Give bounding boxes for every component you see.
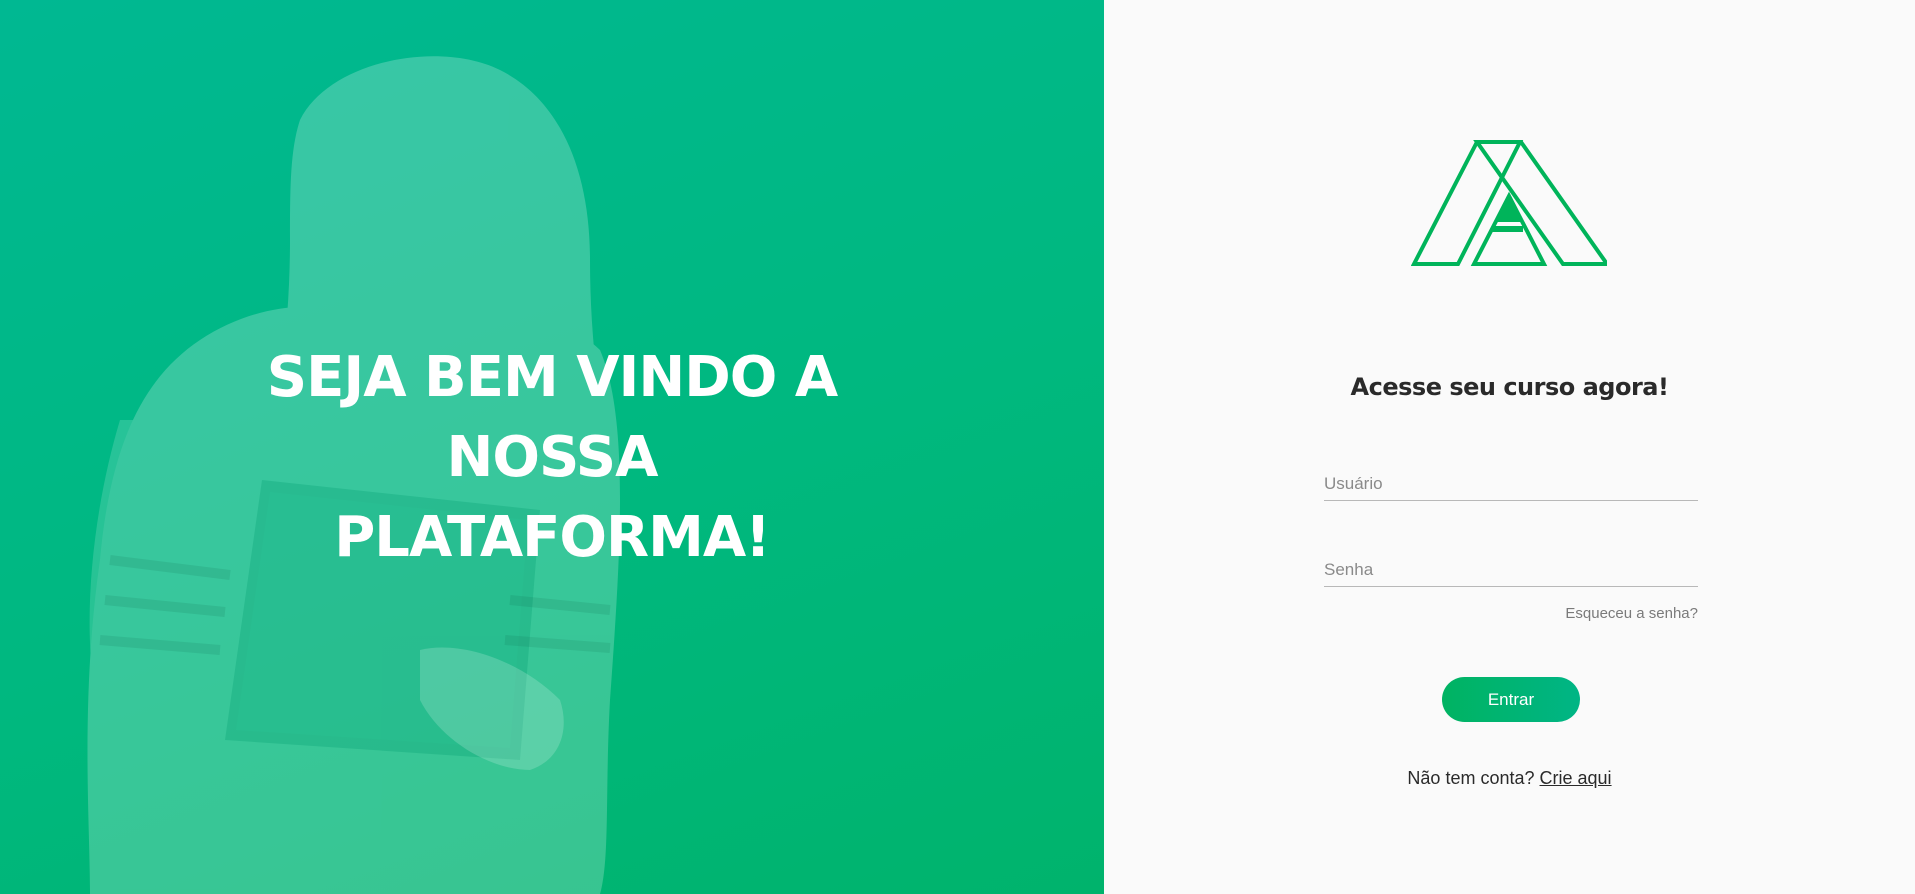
username-input[interactable] xyxy=(1324,467,1698,501)
signup-prompt: Não tem conta? Crie aqui xyxy=(1104,768,1915,789)
triangle-a-logo-icon xyxy=(1411,140,1607,266)
login-panel: Acesse seu curso agora! Esqueceu a senha… xyxy=(1104,0,1915,894)
hero-title-line: PLATAFORMA! xyxy=(334,505,771,570)
login-page: SEJA BEM VINDO A NOSSA PLATAFORMA! Acess… xyxy=(0,0,1915,894)
signup-prompt-text: Não tem conta? xyxy=(1407,768,1535,788)
hero-panel: SEJA BEM VINDO A NOSSA PLATAFORMA! xyxy=(0,0,1104,894)
forgot-password-link[interactable]: Esqueceu a senha? xyxy=(1565,605,1698,622)
login-heading: Acesse seu curso agora! xyxy=(1350,373,1669,401)
signup-link[interactable]: Crie aqui xyxy=(1540,768,1612,788)
hero-title-line: SEJA BEM VINDO A xyxy=(266,345,838,410)
password-input[interactable] xyxy=(1324,553,1698,587)
login-submit-button[interactable]: Entrar xyxy=(1442,677,1580,722)
hero-title-line: NOSSA xyxy=(446,425,659,490)
hero-title: SEJA BEM VINDO A NOSSA PLATAFORMA! xyxy=(160,338,944,578)
